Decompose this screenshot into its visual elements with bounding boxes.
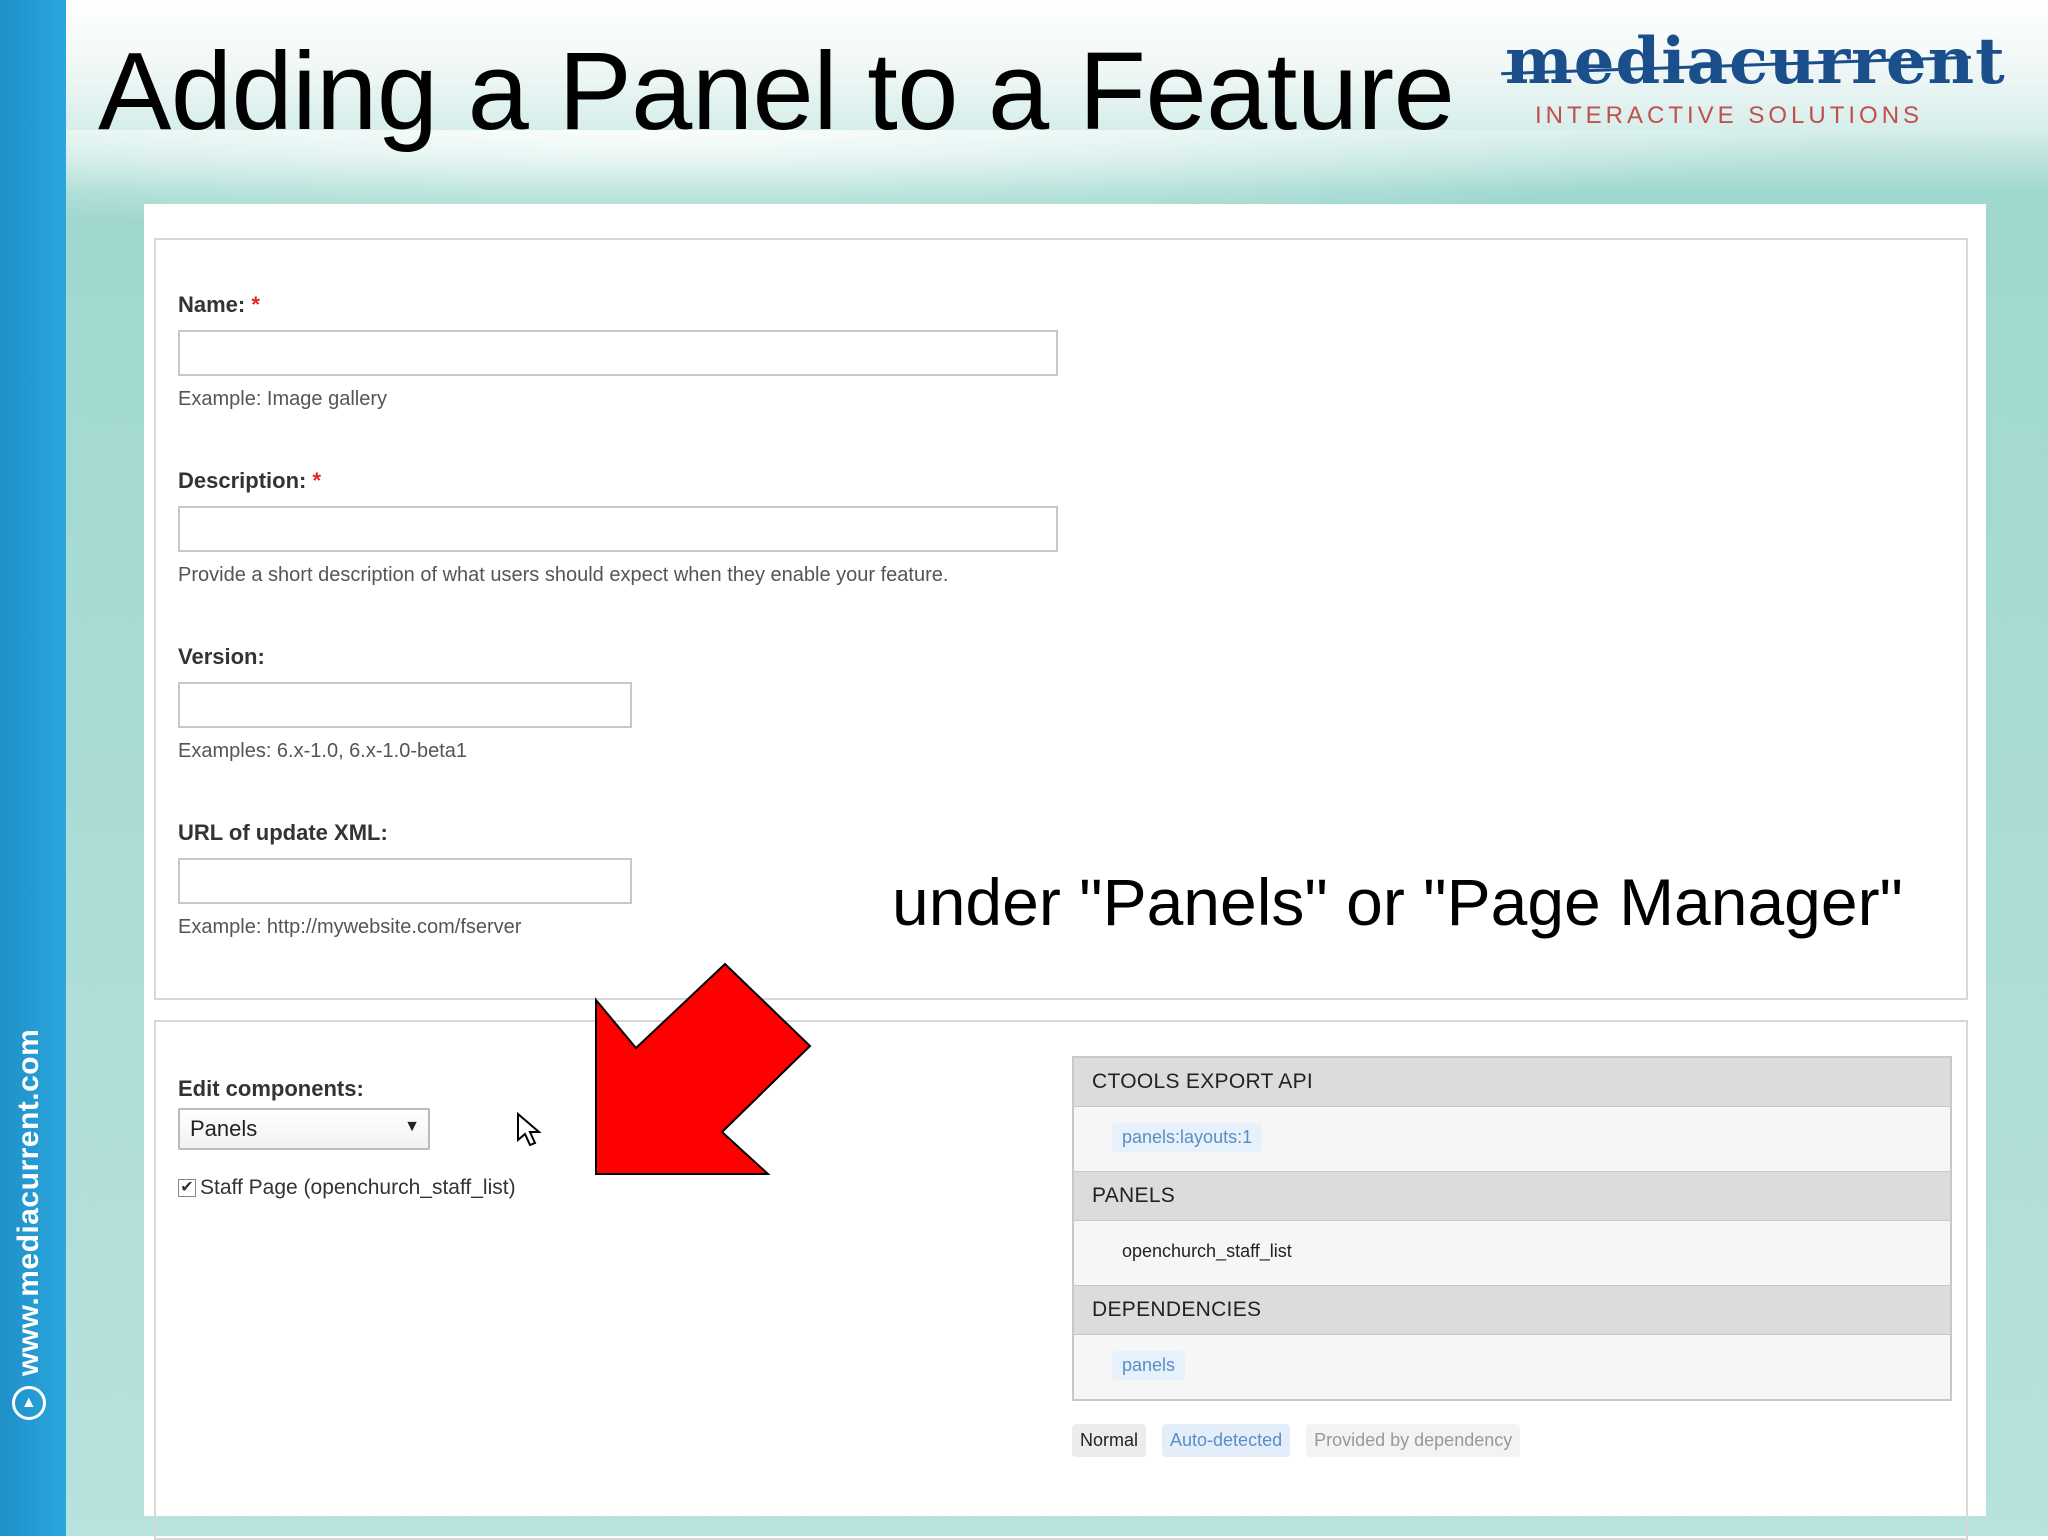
screenshot-area: Name: * Example: Image gallery Descripti… bbox=[144, 204, 1986, 1540]
required-marker: * bbox=[251, 292, 260, 317]
dependencies-heading: DEPENDENCIES bbox=[1074, 1285, 1950, 1335]
dependencies-body: panels bbox=[1074, 1335, 1950, 1399]
edit-components-label: Edit components: bbox=[178, 1076, 364, 1101]
components-fieldset: Edit components: Panels ▼ ✔ Staff Page (… bbox=[154, 1020, 1968, 1540]
version-label: Version: bbox=[178, 644, 265, 669]
red-arrow-icon bbox=[595, 962, 812, 1175]
legend-provided-by-dependency: Provided by dependency bbox=[1306, 1424, 1521, 1457]
version-hint: Examples: 6.x-1.0, 6.x-1.0-beta1 bbox=[178, 740, 468, 762]
legend-auto-detected: Auto-detected bbox=[1162, 1424, 1291, 1457]
logo-wordmark: mediacurrent bbox=[1505, 24, 2006, 99]
update-url-input[interactable] bbox=[178, 858, 632, 904]
slide-annotation: under "Panels" or "Page Manager" bbox=[892, 865, 1903, 939]
mediacurrent-logo: mediacurrent INTERACTIVE SOLUTIONS bbox=[1505, 24, 2006, 130]
export-components-box: CTOOLS EXPORT API panels:layouts:1 PANEL… bbox=[1072, 1056, 1952, 1401]
chevron-up-icon: ▲ bbox=[12, 1386, 46, 1420]
version-input[interactable] bbox=[178, 682, 632, 728]
slide-title: Adding a Panel to a Feature bbox=[98, 30, 1455, 153]
update-url-field: URL of update XML: Example: http://myweb… bbox=[178, 820, 632, 939]
update-url-hint: Example: http://mywebsite.com/fserver bbox=[178, 916, 522, 938]
description-label: Description: * bbox=[178, 468, 322, 493]
component-chip[interactable]: openchurch_staff_list bbox=[1112, 1237, 1302, 1266]
version-field: Version: Examples: 6.x-1.0, 6.x-1.0-beta… bbox=[178, 644, 632, 763]
components-select-value: Panels bbox=[190, 1116, 258, 1141]
sidebar-url-text: www.mediacurrent.com bbox=[12, 1028, 45, 1376]
checkbox-checked-icon[interactable]: ✔ bbox=[178, 1179, 196, 1197]
name-label: Name: * bbox=[178, 292, 260, 317]
description-field: Description: * Provide a short descripti… bbox=[178, 468, 1058, 587]
legend-normal: Normal bbox=[1072, 1424, 1147, 1457]
ctools-export-body: panels:layouts:1 bbox=[1074, 1107, 1950, 1171]
name-hint: Example: Image gallery bbox=[178, 388, 387, 410]
name-field: Name: * Example: Image gallery bbox=[178, 292, 1058, 411]
sidebar-url: ▲ www.mediacurrent.com bbox=[12, 1029, 46, 1420]
component-item-label: Staff Page (openchurch_staff_list) bbox=[200, 1176, 516, 1199]
name-input[interactable] bbox=[178, 330, 1058, 376]
panels-body: openchurch_staff_list bbox=[1074, 1221, 1950, 1285]
component-chip[interactable]: panels bbox=[1112, 1351, 1186, 1380]
components-select[interactable]: Panels ▼ bbox=[178, 1108, 430, 1150]
status-legend: Normal Auto-detected Provided by depende… bbox=[1072, 1424, 1521, 1457]
logo-tagline: INTERACTIVE SOLUTIONS bbox=[1535, 102, 1924, 129]
description-hint: Provide a short description of what user… bbox=[178, 564, 949, 586]
description-input[interactable] bbox=[178, 506, 1058, 552]
update-url-label: URL of update XML: bbox=[178, 820, 388, 845]
required-marker: * bbox=[312, 468, 322, 493]
mouse-pointer-icon bbox=[517, 1112, 542, 1147]
component-chip[interactable]: panels:layouts:1 bbox=[1112, 1123, 1263, 1152]
ctools-export-heading: CTOOLS EXPORT API bbox=[1074, 1058, 1950, 1107]
panels-heading: PANELS bbox=[1074, 1171, 1950, 1221]
dropdown-triangle-icon: ▼ bbox=[404, 1118, 420, 1135]
component-item[interactable]: ✔ Staff Page (openchurch_staff_list) bbox=[178, 1176, 516, 1200]
